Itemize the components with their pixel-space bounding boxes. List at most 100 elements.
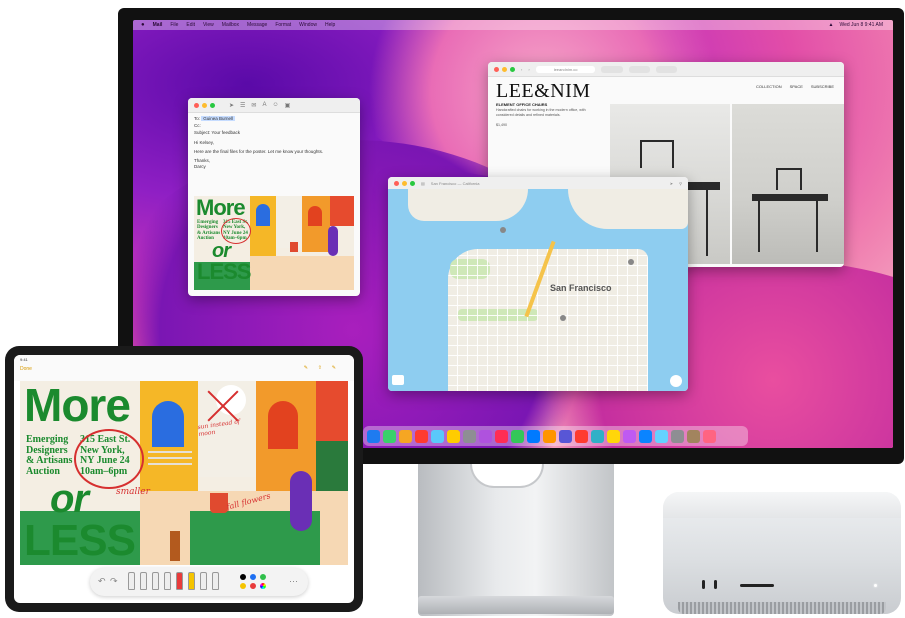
pen-tool[interactable]: [128, 572, 135, 590]
map-pin[interactable]: [560, 315, 566, 321]
marker-tool[interactable]: [140, 572, 147, 590]
to-field[interactable]: To: Guinea Burnell: [194, 115, 354, 122]
menu-item[interactable]: Mail: [153, 22, 163, 28]
dock-app-icon[interactable]: [623, 429, 636, 443]
map-pin[interactable]: [500, 227, 506, 233]
done-button[interactable]: Done: [20, 366, 32, 372]
apple-icon[interactable]: ●: [141, 22, 145, 28]
zoom-button[interactable]: [510, 66, 515, 72]
poster-subtitle: Emerging Designers & Artisans Auction: [197, 220, 221, 241]
dock-app-icon[interactable]: [655, 429, 668, 443]
compass-icon[interactable]: [670, 375, 682, 387]
dock-app-icon[interactable]: [447, 429, 460, 443]
dock-app-icon[interactable]: [607, 429, 620, 443]
more-icon[interactable]: ⋯: [289, 576, 298, 587]
lasso-tool[interactable]: [176, 572, 183, 590]
dock-app-icon[interactable]: [463, 429, 476, 443]
menu-item[interactable]: Window: [299, 22, 317, 28]
ruler-tool[interactable]: [188, 572, 195, 590]
menu-item[interactable]: Edit: [186, 22, 195, 28]
poster-markup[interactable]: More Emerging Designers & Artisans Aucti…: [20, 381, 348, 565]
map-view[interactable]: San Francisco: [388, 189, 688, 391]
menu-item[interactable]: File: [170, 22, 178, 28]
close-button[interactable]: [194, 102, 199, 108]
menu-item[interactable]: Mailbox: [222, 22, 239, 28]
map-pin[interactable]: [628, 259, 634, 265]
dock-app-icon[interactable]: [671, 429, 684, 443]
minimize-button[interactable]: [502, 66, 507, 72]
minimize-button[interactable]: [202, 102, 207, 108]
dock-app-icon[interactable]: [639, 429, 652, 443]
location-icon[interactable]: ➤: [670, 181, 673, 186]
color-swatch[interactable]: [250, 574, 256, 580]
minimize-button[interactable]: [402, 180, 407, 186]
color-swatch[interactable]: [240, 574, 246, 580]
color-swatch[interactable]: [250, 583, 256, 589]
address-bar[interactable]: leeandnim.co: [535, 65, 596, 73]
pen-tool[interactable]: [212, 572, 219, 590]
pencil-tool[interactable]: [152, 572, 159, 590]
share-icon[interactable]: ⇧: [318, 365, 322, 371]
search-icon[interactable]: ⚲: [679, 181, 682, 186]
dock-app-icon[interactable]: [687, 429, 700, 443]
zoom-button[interactable]: [410, 180, 415, 186]
mail-body[interactable]: Hi Kelsey, Here are the final files for …: [188, 138, 360, 172]
eraser-tool[interactable]: [164, 572, 171, 590]
menu-bar: ● Mail File Edit View Mailbox Message Fo…: [133, 20, 893, 30]
dock-app-icon[interactable]: [575, 429, 588, 443]
ipad-toolbar: 9:41 Done ✎ ⇧ ✎: [14, 355, 354, 381]
pen-icon[interactable]: ✎: [304, 365, 308, 371]
close-button[interactable]: [394, 180, 399, 186]
dock-app-icon[interactable]: [703, 429, 716, 443]
poster-attachment[interactable]: More Emerging Designers & Artisans Aucti…: [194, 196, 354, 290]
menu-item[interactable]: View: [203, 22, 214, 28]
color-picker-icon[interactable]: [260, 583, 266, 589]
dock-app-icon[interactable]: [543, 429, 556, 443]
format-icon[interactable]: A: [262, 102, 266, 109]
header-icon[interactable]: ☰: [240, 102, 245, 109]
dock-app-icon[interactable]: [511, 429, 524, 443]
close-button[interactable]: [494, 66, 499, 72]
zoom-button[interactable]: [210, 102, 215, 108]
site-logo[interactable]: LEE&NIM: [496, 80, 591, 103]
nav-link[interactable]: COLLECTION: [756, 84, 782, 89]
pen-tool[interactable]: [200, 572, 207, 590]
dock-app-icon[interactable]: [591, 429, 604, 443]
wifi-icon[interactable]: ▲: [829, 22, 834, 28]
forward-icon[interactable]: ›: [528, 67, 529, 72]
dock-app-icon[interactable]: [383, 429, 396, 443]
menu-item[interactable]: Help: [325, 22, 335, 28]
dock-app-icon[interactable]: [559, 429, 572, 443]
redo-icon[interactable]: ↷: [110, 576, 118, 587]
photo-icon[interactable]: ▣: [285, 102, 291, 109]
color-swatch[interactable]: [260, 574, 266, 580]
attach-icon[interactable]: ✉: [251, 102, 256, 109]
map-3d-button[interactable]: [392, 375, 404, 385]
clock-text[interactable]: Wed Jun 8 9:41 AM: [839, 22, 883, 28]
menu-item[interactable]: Format: [275, 22, 291, 28]
back-icon[interactable]: ‹: [521, 67, 522, 72]
dock-app-icon[interactable]: [415, 429, 428, 443]
chair-photo[interactable]: [732, 104, 844, 264]
menu-item[interactable]: Message: [247, 22, 267, 28]
dock-app-icon[interactable]: [527, 429, 540, 443]
browser-tab[interactable]: [601, 65, 623, 73]
cc-field[interactable]: Cc:: [194, 122, 354, 129]
browser-tab[interactable]: [655, 65, 677, 73]
dock-app-icon[interactable]: [367, 429, 380, 443]
emoji-icon[interactable]: ☺: [272, 102, 278, 109]
subject-field[interactable]: Subject: Your feedback: [194, 129, 354, 136]
nav-link[interactable]: SUBSCRIBE: [811, 84, 834, 89]
recipient-token[interactable]: Guinea Burnell: [201, 116, 236, 121]
color-swatch[interactable]: [240, 583, 246, 589]
dock-app-icon[interactable]: [431, 429, 444, 443]
undo-icon[interactable]: ↶: [98, 576, 106, 587]
dock-app-icon[interactable]: [479, 429, 492, 443]
nav-link[interactable]: SPACE: [790, 84, 803, 89]
compose-icon[interactable]: ✎: [332, 365, 336, 371]
browser-tab[interactable]: [628, 65, 650, 73]
dock-app-icon[interactable]: [399, 429, 412, 443]
dock-app-icon[interactable]: [495, 429, 508, 443]
sidebar-icon[interactable]: ▤: [421, 181, 425, 186]
send-icon[interactable]: ➤: [229, 102, 234, 109]
